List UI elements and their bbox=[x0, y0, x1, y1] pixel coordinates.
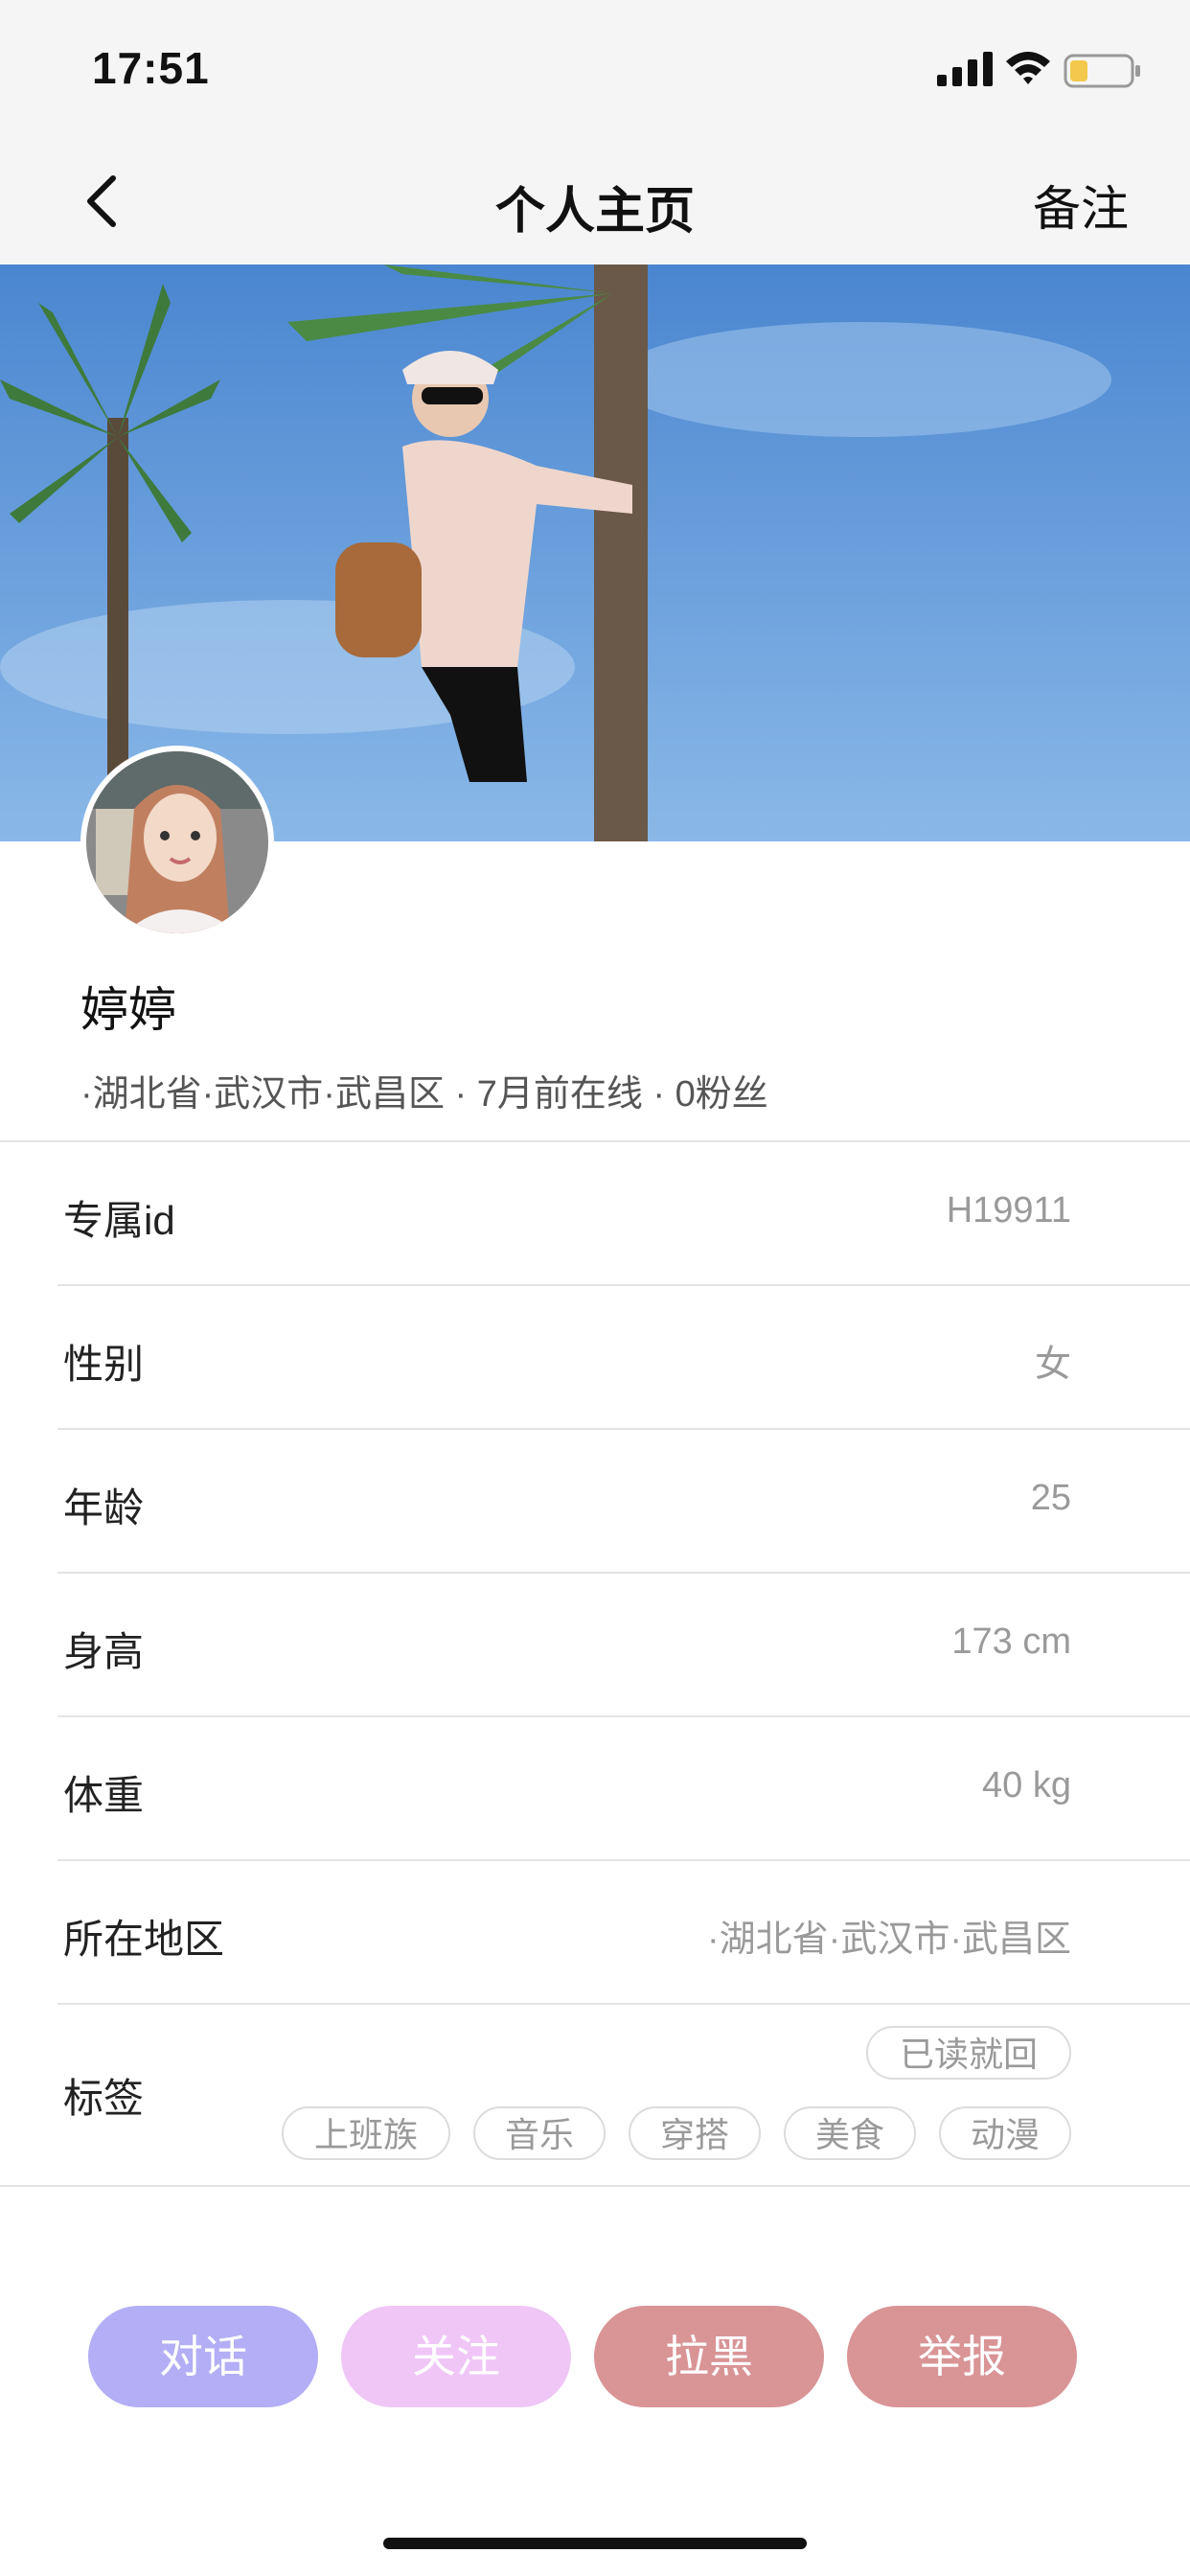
wifi-icon bbox=[1006, 52, 1050, 84]
tag-chip: 已读就回 bbox=[866, 2026, 1071, 2080]
info-label: 年龄 bbox=[63, 1485, 145, 1530]
home-indicator[interactable] bbox=[383, 2538, 807, 2549]
user-meta: ·湖北省·武汉市·武昌区 · 7月前在线 · 0粉丝 bbox=[80, 1074, 768, 1115]
remark-button[interactable]: 备注 bbox=[1033, 171, 1129, 240]
avatar-border bbox=[80, 746, 274, 939]
info-value: 25 bbox=[1030, 1478, 1071, 1518]
info-row-height: 身高 173 cm bbox=[0, 1574, 1190, 1717]
chat-button[interactable]: 对话 bbox=[88, 2306, 318, 2407]
tags-label: 标签 bbox=[63, 2076, 145, 2121]
follow-button[interactable]: 关注 bbox=[341, 2306, 571, 2407]
info-row-id: 专属id H19911 bbox=[0, 1142, 1190, 1286]
info-label: 专属id bbox=[63, 1198, 175, 1243]
page-title: 个人主页 bbox=[494, 184, 695, 240]
divider bbox=[0, 2185, 1190, 2187]
signal-icon bbox=[937, 52, 993, 86]
info-value: H19911 bbox=[946, 1190, 1071, 1230]
info-value: 女 bbox=[1034, 1345, 1071, 1385]
tags-row: 标签 已读就回 上班族 音乐 穿搭 美食 动漫 bbox=[0, 2003, 1190, 2185]
info-label: 性别 bbox=[63, 1342, 145, 1387]
tag-chip: 音乐 bbox=[473, 2106, 606, 2160]
tag-chip: 美食 bbox=[784, 2106, 916, 2160]
info-label: 所在地区 bbox=[63, 1917, 225, 1962]
battery-icon bbox=[1064, 54, 1140, 88]
tag-chip: 穿搭 bbox=[629, 2106, 761, 2160]
info-value: ·湖北省·武汉市·武昌区 bbox=[707, 1920, 1071, 1960]
info-value: 173 cm bbox=[951, 1622, 1071, 1662]
tag-chip: 动漫 bbox=[939, 2106, 1071, 2160]
avatar[interactable] bbox=[86, 751, 268, 933]
nav-bar: 个人主页 备注 bbox=[0, 134, 1190, 264]
info-row-gender: 性别 女 bbox=[0, 1286, 1190, 1430]
info-label: 身高 bbox=[63, 1629, 145, 1674]
user-name: 婷婷 bbox=[80, 983, 176, 1037]
block-button[interactable]: 拉黑 bbox=[594, 2306, 824, 2407]
status-bar: 17:51 bbox=[0, 0, 1190, 134]
info-label: 体重 bbox=[63, 1773, 145, 1818]
info-row-location: 所在地区 ·湖北省·武汉市·武昌区 bbox=[0, 1861, 1190, 2005]
info-row-age: 年龄 25 bbox=[0, 1430, 1190, 1574]
info-value: 40 kg bbox=[982, 1765, 1071, 1806]
info-row-weight: 体重 40 kg bbox=[0, 1717, 1190, 1861]
status-time: 17:51 bbox=[92, 43, 210, 93]
tag-chip: 上班族 bbox=[282, 2106, 450, 2160]
report-button[interactable]: 举报 bbox=[847, 2306, 1077, 2407]
